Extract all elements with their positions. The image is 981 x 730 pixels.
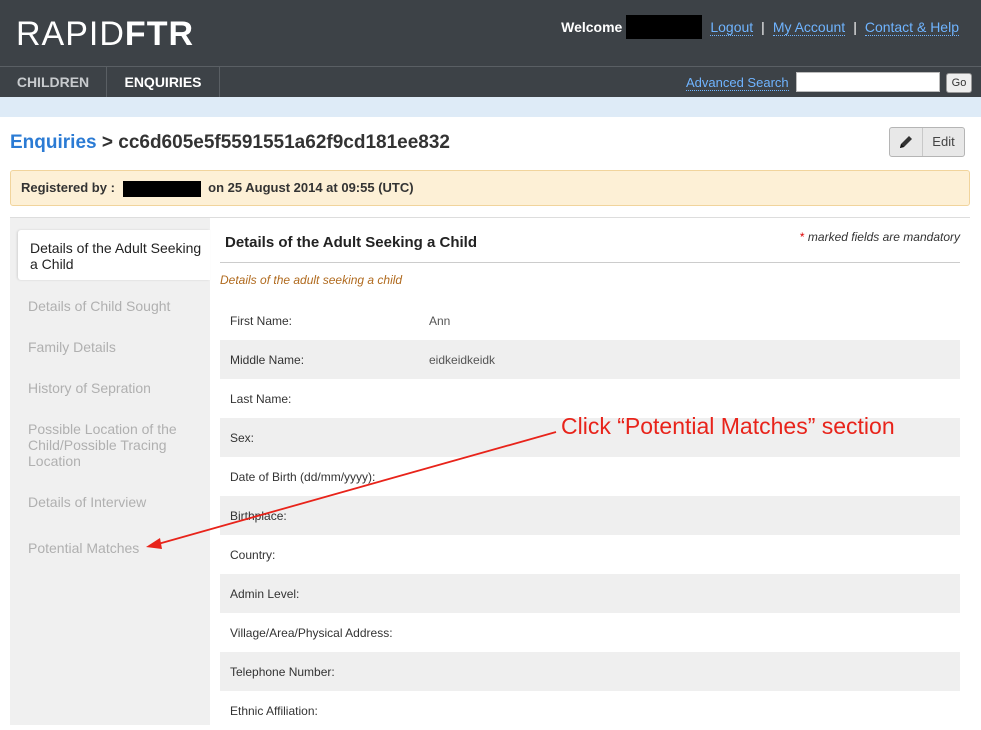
my-account-link[interactable]: My Account — [772, 19, 846, 36]
edit-button[interactable]: Edit — [889, 127, 965, 157]
mandatory-text: marked fields are mandatory — [807, 230, 960, 244]
annotation-text: Click “Potential Matches” section — [561, 413, 895, 439]
form-panel: Details of the Adult Seeking a Child * m… — [210, 217, 970, 725]
user-links: Welcome Logout | My Account | Contact & … — [561, 15, 959, 39]
sidebar-item-child-sought[interactable]: Details of Child Sought — [28, 298, 193, 314]
field-label: Last Name: — [230, 391, 292, 406]
pencil-icon — [890, 128, 923, 156]
field-label: First Name: — [230, 313, 293, 328]
sidebar-item-interview[interactable]: Details of Interview — [28, 494, 193, 510]
form-subheading: Details of the adult seeking a child — [220, 273, 403, 287]
main-nav: CHILDREN ENQUIRIES Advanced Search Go — [0, 66, 981, 106]
field-row: Country: — [220, 535, 960, 574]
sidebar-item-possible-location[interactable]: Possible Location of the Child/Possible … — [28, 421, 193, 469]
field-row: Ethnic Affiliation: — [220, 691, 960, 730]
breadcrumb-enquiries-link[interactable]: Enquiries — [10, 132, 97, 153]
form-divider — [220, 262, 960, 263]
field-value: Ann — [429, 313, 451, 328]
section-sidebar: Details of the Adult Seeking a Child Det… — [10, 217, 210, 725]
field-label: Date of Birth (dd/mm/yyyy): — [230, 469, 376, 484]
tab-enquiries[interactable]: ENQUIRIES — [107, 67, 220, 106]
redacted-username — [626, 15, 703, 39]
contact-help-link[interactable]: Contact & Help — [864, 19, 959, 36]
field-row: Village/Area/Physical Address: — [220, 613, 960, 652]
logout-link[interactable]: Logout — [710, 19, 754, 36]
field-row: Admin Level: — [220, 574, 960, 613]
field-label: Middle Name: — [230, 352, 305, 367]
field-row: Date of Birth (dd/mm/yyyy): — [220, 457, 960, 496]
field-label: Village/Area/Physical Address: — [230, 625, 393, 640]
go-button[interactable]: Go — [946, 73, 972, 93]
field-label: Birthplace: — [230, 508, 287, 523]
field-row: Telephone Number: — [220, 652, 960, 691]
logo-light-text: RAPID — [16, 15, 125, 53]
field-row: Birthplace: — [220, 496, 960, 535]
mandatory-note: * marked fields are mandatory — [800, 230, 960, 244]
welcome-label: Welcome — [561, 19, 623, 35]
field-label: Sex: — [230, 430, 255, 445]
registered-banner: Registered by : on 25 August 2014 at 09:… — [10, 170, 970, 206]
field-value: eidkeidkeidk — [429, 352, 496, 367]
sidebar-item-potential-matches[interactable]: Potential Matches — [28, 540, 193, 556]
link-separator: | — [761, 19, 765, 35]
advanced-search-link[interactable]: Advanced Search — [686, 75, 789, 91]
sidebar-item-family-details[interactable]: Family Details — [28, 339, 193, 355]
field-label: Country: — [230, 547, 276, 562]
rapidftr-logo[interactable]: RAPIDFTR — [16, 14, 194, 54]
form-title: Details of the Adult Seeking a Child — [225, 234, 477, 251]
sub-nav-strip — [0, 97, 981, 117]
registered-suffix: on 25 August 2014 at 09:55 (UTC) — [208, 180, 414, 195]
breadcrumb: Enquiries > cc6d605e5f5591551a62f9cd181e… — [10, 132, 450, 154]
field-label: Ethnic Affiliation: — [230, 703, 318, 718]
breadcrumb-separator: > — [101, 132, 113, 153]
record-id: cc6d605e5f5591551a62f9cd181ee832 — [118, 132, 450, 153]
mandatory-star: * — [799, 230, 805, 244]
sidebar-item-history-separation[interactable]: History of Sepration — [28, 380, 193, 396]
field-row: Middle Name: eidkeidkeidk — [220, 340, 960, 379]
field-row: First Name: Ann — [220, 301, 960, 340]
tab-children[interactable]: CHILDREN — [0, 67, 107, 98]
logo-bold-text: FTR — [124, 15, 195, 53]
field-list: First Name: Ann Middle Name: eidkeidkeidk … — [220, 301, 960, 730]
tab-enquiries-label: ENQUIRIES — [124, 74, 202, 90]
field-label: Admin Level: — [230, 586, 300, 601]
sidebar-item-adult-details[interactable]: Details of the Adult Seeking a Child — [18, 230, 210, 280]
app-header: RAPIDFTR Welcome Logout | My Account | C… — [0, 0, 981, 66]
edit-button-label: Edit — [932, 134, 955, 149]
search-input[interactable] — [796, 72, 940, 92]
redacted-registrar — [122, 180, 201, 197]
registered-prefix: Registered by : — [21, 180, 115, 195]
link-separator: | — [853, 19, 857, 35]
field-label: Telephone Number: — [230, 664, 335, 679]
